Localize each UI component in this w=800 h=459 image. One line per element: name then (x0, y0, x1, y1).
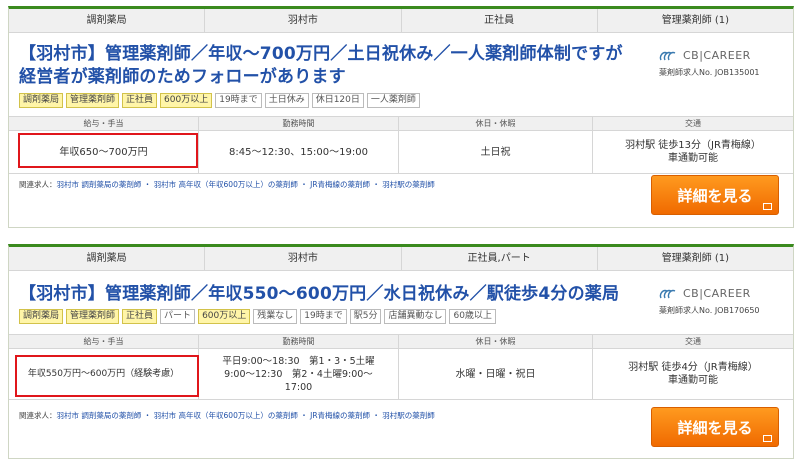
job-title-link[interactable]: 【羽村市】管理薬剤師／年収550～600万円／水日祝休み／駅徒歩4分の薬局 (19, 283, 639, 306)
details-button[interactable]: 詳細を見る (651, 407, 779, 447)
tag-chip: 調剤薬局 (19, 309, 64, 324)
external-link-icon (763, 435, 772, 442)
grid-header-holidays: 休日・休暇 (399, 117, 593, 130)
header-category: 調剤薬局 (9, 9, 206, 32)
tag-chip: 19時まで (215, 93, 262, 108)
grid-header-holidays: 休日・休暇 (399, 335, 593, 348)
tag-chip: 60歳以上 (449, 309, 496, 324)
company-logo: CB|CAREER 薬剤師求人No. JOB170650 (659, 287, 779, 316)
tag-chip: 調剤薬局 (19, 93, 64, 108)
related-jobs-links[interactable]: 羽村市 調剤薬局の薬剤師 ・ 羽村市 高年収（年収600万以上）の薬剤師 ・ J… (57, 180, 435, 189)
job-title-link[interactable]: 【羽村市】管理薬剤師／年収～700万円／土日祝休み／一人薬剤師体制ですが経営者が… (19, 43, 639, 89)
header-employment: 正社員 (402, 9, 598, 32)
hours-value: 8:45～12:30、15:00～19:00 (199, 131, 399, 173)
grid-header-salary: 給与・手当 (9, 117, 199, 130)
related-jobs-links[interactable]: 羽村市 調剤薬局の薬剤師 ・ 羽村市 高年収（年収600万以上）の薬剤師 ・ J… (57, 411, 435, 420)
tag-chip: 正社員 (122, 93, 158, 108)
tag-list: 調剤薬局 管理薬剤師 正社員 600万以上 19時まで 土日休み 休日120日 一人薬剤師 (19, 93, 420, 108)
tag-chip: 正社員 (122, 309, 158, 324)
salary-highlight-box (15, 355, 199, 397)
header-location: 羽村市 (205, 9, 402, 32)
salary-highlight-box (18, 133, 198, 168)
job-number: 薬剤師求人No. JOB170650 (659, 306, 760, 315)
card-header: 調剤薬局 羽村市 正社員,パート 管理薬剤師 (1) (9, 247, 793, 271)
hours-value: 平日9:00～18:30 第1・3・5土曜 9:00～12:30 第2・4土曜9… (199, 349, 399, 399)
header-location: 羽村市 (205, 247, 402, 270)
job-number: 薬剤師求人No. JOB135001 (659, 68, 760, 77)
tag-chip: 休日120日 (311, 93, 364, 108)
grid-header-hours: 勤務時間 (199, 117, 399, 130)
card-header: 調剤薬局 羽村市 正社員 管理薬剤師 (1) (9, 9, 793, 33)
tag-list: 調剤薬局 管理薬剤師 正社員 パート 600万以上 残業なし 19時まで 駅5分 店舗異動なし 6… (19, 309, 496, 324)
cb-career-logo: CB|CAREER (659, 287, 779, 300)
tag-chip: 一人薬剤師 (366, 93, 420, 108)
cb-logo-icon (659, 51, 676, 60)
related-jobs: 関連求人：羽村市 調剤薬局の薬剤師 ・ 羽村市 高年収（年収600万以上）の薬剤… (19, 180, 435, 189)
cb-career-logo: CB|CAREER (659, 49, 779, 62)
tag-chip: 600万以上 (160, 93, 213, 108)
grid-header-access: 交通 (685, 337, 701, 346)
grid-header-hours: 勤務時間 (199, 335, 399, 348)
tag-chip: 管理薬剤師 (66, 309, 120, 324)
holidays-value: 土日祝 (399, 131, 593, 173)
tag-chip: 店舗異動なし (384, 309, 447, 324)
tag-chip: 土日休み (264, 93, 309, 108)
details-button[interactable]: 詳細を見る (651, 175, 779, 215)
holidays-value: 水曜・日曜・祝日 (399, 349, 593, 399)
tag-chip: パート (160, 309, 196, 324)
company-logo: CB|CAREER 薬剤師求人No. JOB135001 (659, 49, 779, 78)
tag-chip: 残業なし (253, 309, 298, 324)
access-value: 羽村駅 徒歩4分（JR青梅線） 車通勤可能 (628, 362, 758, 386)
tag-chip: 600万以上 (198, 309, 251, 324)
job-card: 調剤薬局 羽村市 正社員 管理薬剤師 (1) 【羽村市】管理薬剤師／年収～700… (8, 6, 794, 228)
tag-chip: 管理薬剤師 (66, 93, 120, 108)
job-card: 調剤薬局 羽村市 正社員,パート 管理薬剤師 (1) 【羽村市】管理薬剤師／年収… (8, 244, 794, 459)
header-employment: 正社員,パート (402, 247, 598, 270)
tag-chip: 駅5分 (349, 309, 382, 324)
access-value: 羽村駅 徒歩13分（JR青梅線） 車通勤可能 (625, 140, 761, 164)
header-category: 調剤薬局 (9, 247, 206, 270)
header-position: 管理薬剤師 (1) (661, 253, 730, 264)
tag-chip: 19時まで (300, 309, 347, 324)
header-position: 管理薬剤師 (1) (661, 15, 730, 26)
external-link-icon (763, 203, 772, 210)
grid-header-access: 交通 (685, 119, 701, 128)
grid-header-salary: 給与・手当 (9, 335, 199, 348)
cb-logo-icon (659, 289, 676, 298)
related-jobs: 関連求人：羽村市 調剤薬局の薬剤師 ・ 羽村市 高年収（年収600万以上）の薬剤… (19, 411, 435, 420)
